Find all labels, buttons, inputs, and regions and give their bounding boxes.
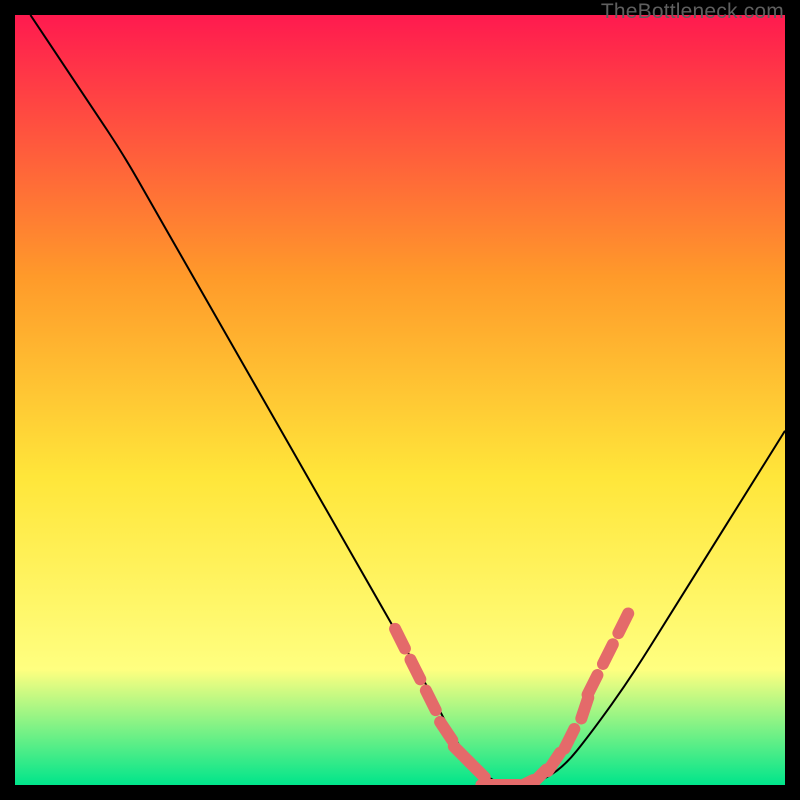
watermark-text: TheBottleneck.com: [601, 0, 784, 24]
chart-frame: [15, 15, 785, 785]
gradient-background: [15, 15, 785, 785]
bottleneck-chart: [15, 15, 785, 785]
